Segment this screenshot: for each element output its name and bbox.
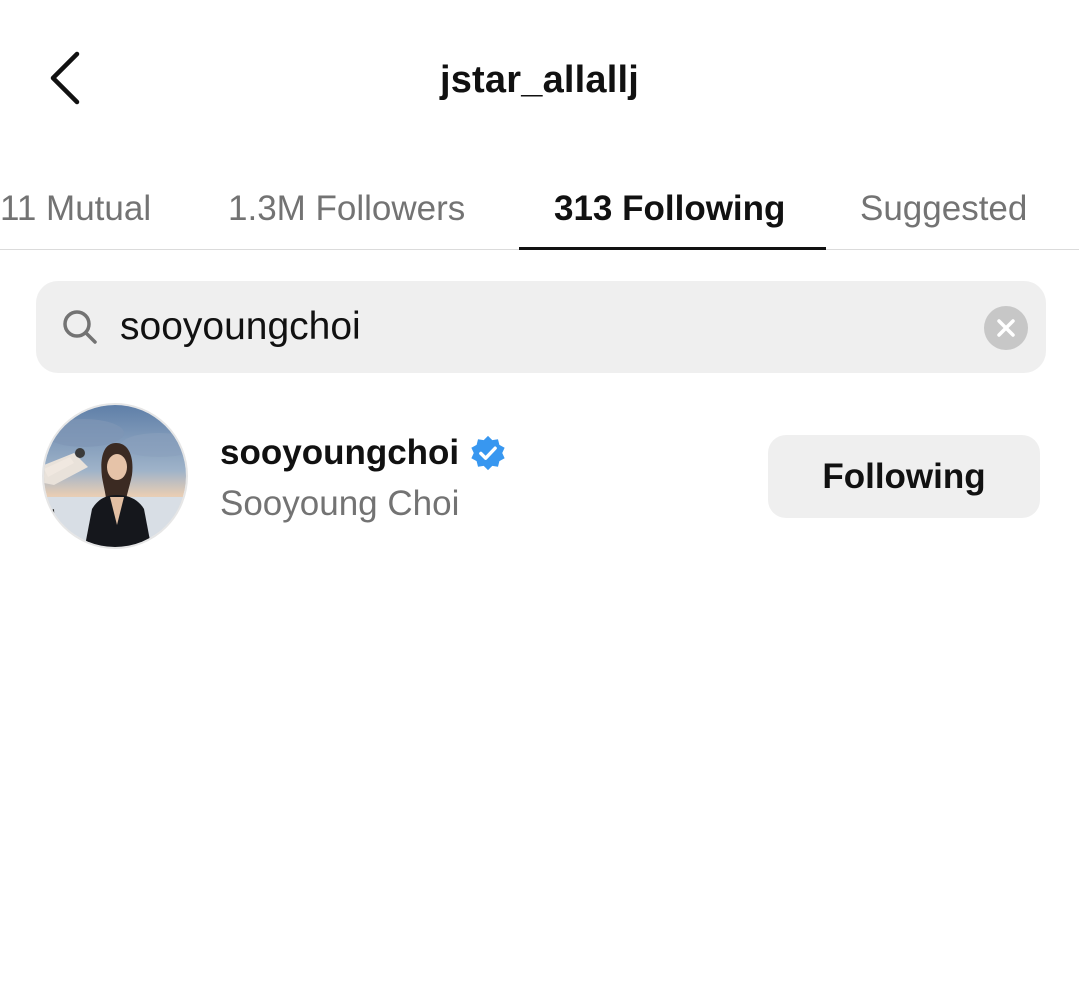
result-username: sooyoungchoi xyxy=(220,433,460,472)
clear-search-button[interactable] xyxy=(984,306,1028,350)
tab-mutual[interactable]: 11 Mutual xyxy=(0,174,151,244)
list-item[interactable]: sooyoungchoi Sooyoung Choi Following xyxy=(0,395,1079,555)
search-icon xyxy=(63,310,97,344)
tab-followers[interactable]: 1.3M Followers xyxy=(228,174,465,244)
username-line: sooyoungchoi xyxy=(220,430,507,476)
page-title: jstar_allallj xyxy=(439,59,640,101)
clear-circle-icon xyxy=(997,319,1015,337)
tab-bar: 11 Mutual 1.3M Followers 313 Following S… xyxy=(0,160,1079,250)
active-tab-indicator xyxy=(519,247,826,250)
verified-badge-icon xyxy=(471,435,505,471)
result-full-name: Sooyoung Choi xyxy=(220,484,460,523)
profile-photo xyxy=(44,405,186,547)
search-bar[interactable] xyxy=(36,281,1046,373)
top-bar: jstar_allallj xyxy=(0,0,1079,160)
following-button[interactable]: Following xyxy=(768,435,1040,518)
search-input[interactable] xyxy=(120,299,940,355)
tab-following[interactable]: 313 Following xyxy=(554,174,785,244)
tab-suggested[interactable]: Suggested xyxy=(860,174,1027,244)
avatar[interactable] xyxy=(42,403,188,549)
